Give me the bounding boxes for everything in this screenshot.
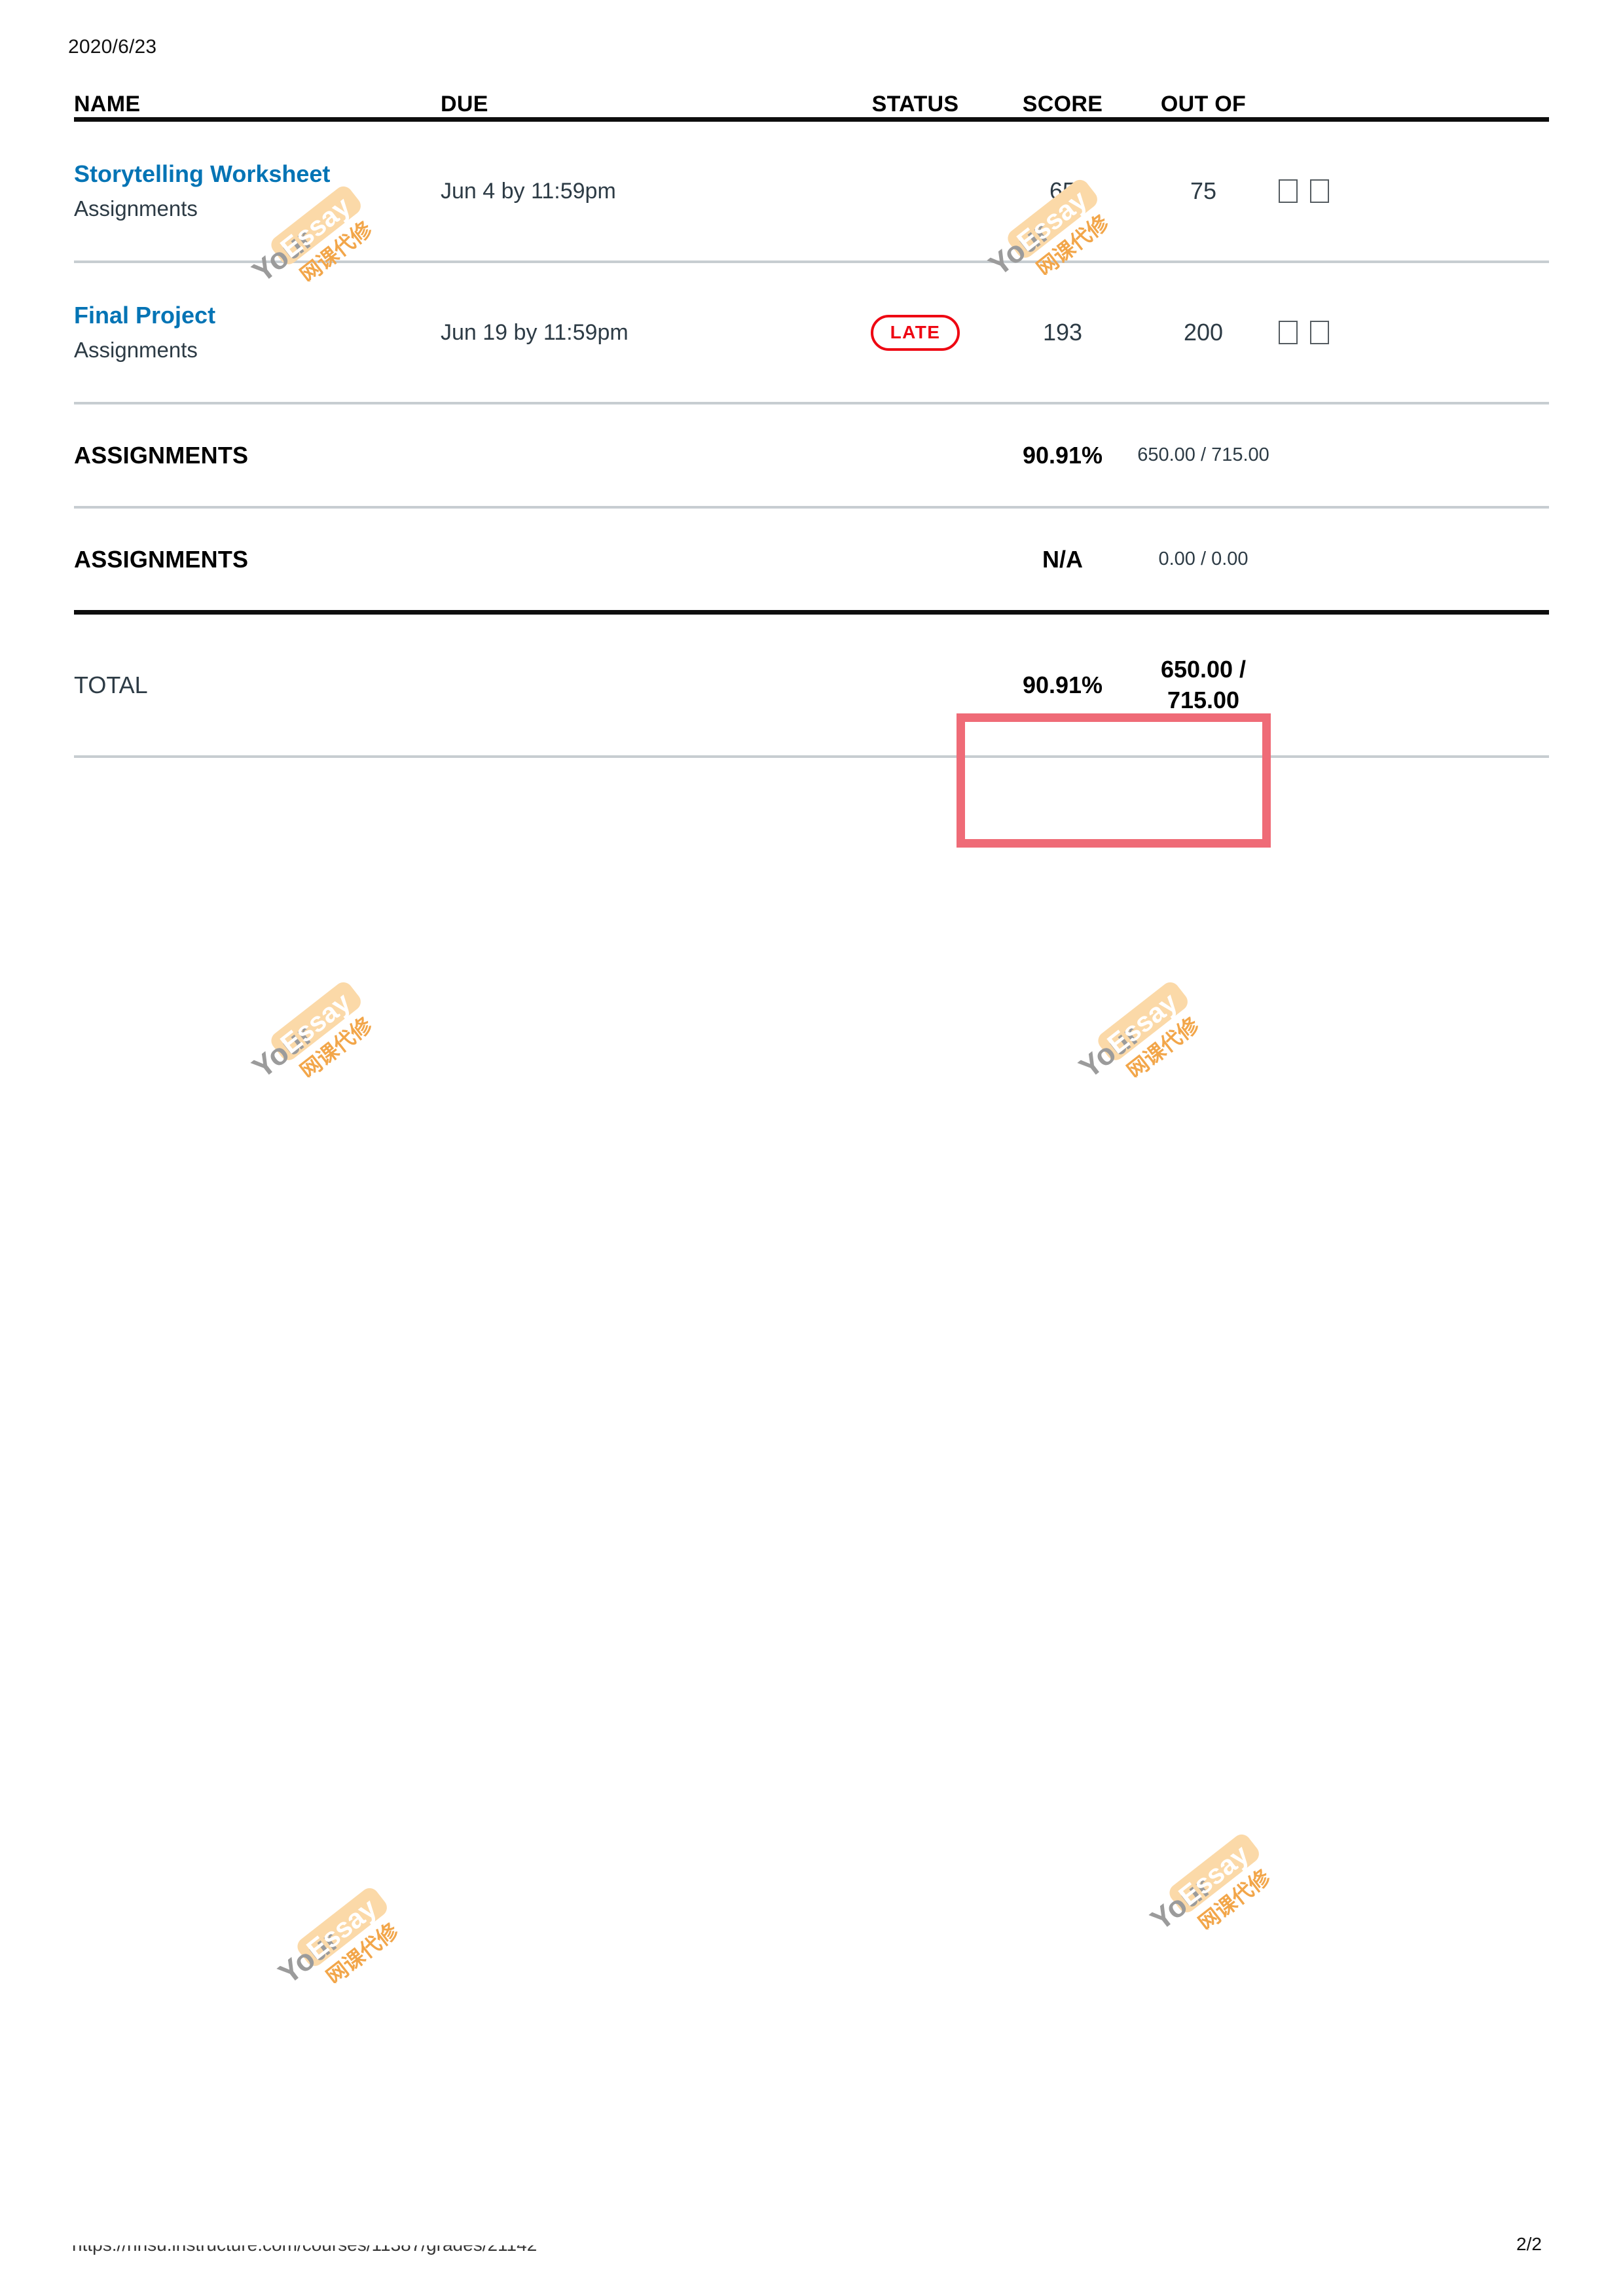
total-row: TOTAL 90.91% 650.00 / 715.00 (74, 612, 1549, 757)
group-icons-cell (1279, 507, 1549, 613)
group-status-cell (833, 403, 997, 507)
assignment-due-date: Jun 4 by 11:59pm (441, 178, 616, 204)
svg-text:Essay: Essay (274, 986, 356, 1060)
assignment-due-date: Jun 19 by 11:59pm (441, 319, 629, 345)
assignment-name-cell: Storytelling Worksheet Assignments (74, 120, 441, 262)
column-header-status[interactable]: STATUS (833, 92, 997, 120)
group-due-cell (441, 403, 833, 507)
svg-text:网课代修: 网课代修 (1194, 1864, 1275, 1929)
total-label: TOTAL (74, 671, 148, 698)
group-name: ASSIGNMENTS (74, 441, 249, 469)
table-header-row: NAME DUE STATUS SCORE OUT OF (74, 92, 1549, 120)
group-summary-row: ASSIGNMENTS 90.91% 650.00 / 715.00 (74, 403, 1549, 507)
group-score-percent: N/A (1042, 545, 1083, 573)
assignment-status-cell (833, 120, 997, 262)
total-icons-cell (1279, 613, 1549, 757)
assignment-link[interactable]: Storytelling Worksheet (74, 161, 441, 188)
watermark: Your Essay 网课代修 (232, 974, 395, 1077)
column-header-score[interactable]: SCORE (997, 92, 1128, 120)
assignment-score: 193 (1042, 319, 1083, 346)
column-header-due[interactable]: DUE (441, 92, 833, 120)
assignment-out-of: 200 (1183, 319, 1224, 346)
grades-table: NAME DUE STATUS SCORE OUT OF Storytellin… (74, 92, 1549, 758)
missing-glyph-icon[interactable] (1279, 179, 1298, 203)
group-due-cell (441, 507, 833, 613)
column-header-out-of[interactable]: OUT OF (1128, 92, 1279, 120)
svg-text:Essay: Essay (1173, 1839, 1254, 1912)
print-footer-url: https://hhsu.instructure.com/courses/113… (72, 2234, 538, 2255)
total-name-cell: TOTAL (74, 613, 441, 757)
assignment-icons-cell (1279, 120, 1549, 262)
watermark: Your Essay 网课代修 (1131, 1826, 1293, 1929)
svg-text:Your: Your (1144, 1869, 1217, 1929)
group-name-cell: ASSIGNMENTS (74, 507, 441, 613)
assignment-group-label: Assignments (74, 337, 198, 362)
total-score-percent: 90.91% (1022, 671, 1103, 698)
missing-glyph-icon[interactable] (1279, 321, 1298, 344)
svg-text:Your: Your (272, 1923, 345, 1983)
group-status-cell (833, 507, 997, 613)
total-points-ratio: 650.00 / 715.00 (1160, 655, 1247, 713)
svg-text:Essay: Essay (301, 1892, 382, 1965)
status-badge-late: LATE (870, 314, 960, 351)
column-header-icons (1279, 92, 1549, 120)
grades-table-body: Storytelling Worksheet Assignments Jun 4… (74, 120, 1549, 757)
svg-text:网课代修: 网课代修 (295, 1012, 377, 1077)
svg-text:Essay: Essay (1101, 986, 1183, 1060)
svg-text:网课代修: 网课代修 (321, 1918, 403, 1983)
total-status-cell (833, 613, 997, 757)
group-summary-row: ASSIGNMENTS N/A 0.00 / 0.00 (74, 507, 1549, 613)
assignment-link[interactable]: Final Project (74, 302, 441, 329)
assignment-icons-cell (1279, 262, 1549, 403)
group-points-ratio: 0.00 / 0.00 (1158, 548, 1249, 569)
assignment-group-label: Assignments (74, 196, 198, 221)
svg-text:网课代修: 网课代修 (1122, 1012, 1204, 1077)
svg-text:Your: Your (246, 1017, 319, 1077)
group-name-cell: ASSIGNMENTS (74, 403, 441, 507)
print-header-date: 2020/6/23 (68, 36, 157, 58)
watermark: Your Essay 网课代修 (1059, 974, 1222, 1077)
column-header-name[interactable]: NAME (74, 92, 441, 120)
table-row[interactable]: Final Project Assignments Jun 19 by 11:5… (74, 262, 1549, 403)
missing-glyph-icon[interactable] (1310, 179, 1330, 203)
svg-text:Your: Your (1072, 1017, 1146, 1077)
table-row[interactable]: Storytelling Worksheet Assignments Jun 4… (74, 120, 1549, 262)
total-due-cell (441, 613, 833, 757)
group-icons-cell (1279, 403, 1549, 507)
assignment-status-cell: LATE (833, 262, 997, 403)
missing-glyph-icon[interactable] (1310, 321, 1330, 344)
watermark: Your Essay 网课代修 (259, 1880, 421, 1983)
assignment-name-cell: Final Project Assignments (74, 262, 441, 403)
assignment-out-of: 75 (1190, 177, 1217, 204)
assignment-score: 65 (1049, 177, 1076, 204)
grades-table-head: NAME DUE STATUS SCORE OUT OF (74, 92, 1549, 120)
group-name: ASSIGNMENTS (74, 545, 249, 573)
group-score-percent: 90.91% (1022, 441, 1103, 469)
group-points-ratio: 650.00 / 715.00 (1137, 444, 1269, 465)
print-footer-page-number: 2/2 (1516, 2234, 1542, 2254)
